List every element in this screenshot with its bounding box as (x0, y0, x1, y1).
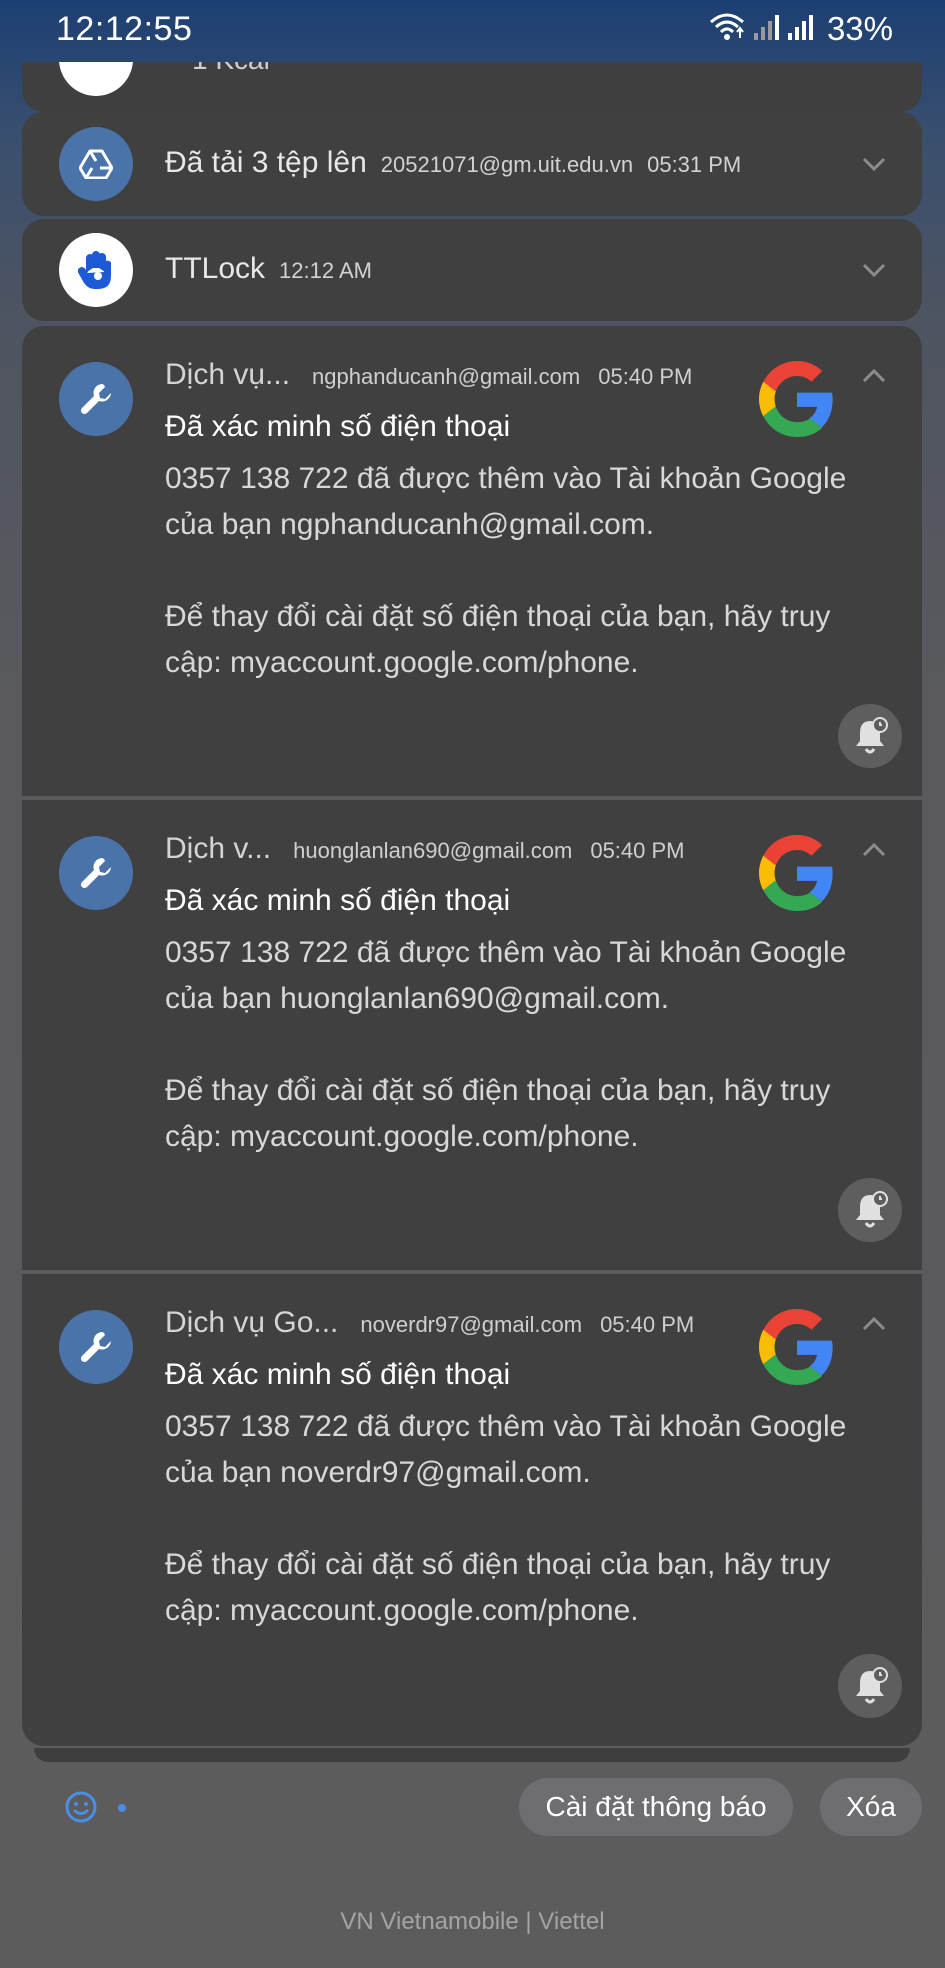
google-logo-icon (759, 361, 833, 437)
notification-body: 0357 138 722 đã được thêm vào Tài khoản … (165, 456, 890, 686)
ttlock-notification[interactable]: TTLock 12:12 AM (22, 219, 922, 321)
ttlock-title: TTLock (165, 252, 266, 285)
body-line: 0357 138 722 đã được thêm vào Tài khoản … (165, 1410, 847, 1443)
account-email: ngphanducanh@gmail.com (312, 364, 581, 389)
body-line: của bạn huonglanlan690@gmail.com. (165, 982, 670, 1015)
account-email: huonglanlan690@gmail.com (293, 838, 573, 863)
body-line: 0357 138 722 đã được thêm vào Tài khoản … (165, 936, 847, 969)
body-line: cập: myaccount.google.com/phone. (165, 646, 639, 679)
body-line: cập: myaccount.google.com/phone. (165, 1594, 639, 1627)
notification-time: 05:40 PM (590, 838, 685, 863)
drive-row-text: Đã tải 3 tệp lên 20521071@gm.uit.edu.vn 05… (165, 146, 741, 180)
body-line: cập: myaccount.google.com/phone. (165, 1120, 639, 1153)
ttlock-row-text: TTLock 12:12 AM (165, 252, 372, 286)
chevron-down-icon[interactable] (860, 256, 888, 284)
carrier-label: VN Vietnamobile | Viettel (340, 1908, 605, 1935)
notification-settings-button[interactable]: Cài đặt thông báo (519, 1778, 793, 1836)
status-icons: 33% (709, 10, 893, 48)
notification-header: Dịch v... huonglanlan690@gmail.com 05:40 P… (165, 832, 685, 866)
app-icon-partial (59, 62, 133, 96)
notification-body: 0357 138 722 đã được thêm vào Tài khoản … (165, 1404, 890, 1634)
partial-notification[interactable]: 1 Kcal (22, 62, 922, 112)
drive-title: Đã tải 3 tệp lên (165, 146, 367, 179)
chevron-up-icon[interactable] (860, 362, 888, 390)
wrench-icon (59, 836, 133, 910)
google-notification[interactable]: Dịch v... huonglanlan690@gmail.com 05:40 P… (22, 800, 922, 1270)
snooze-bell-icon[interactable] (838, 1178, 902, 1242)
signal-icon (787, 13, 813, 46)
drive-time: 05:31 PM (647, 152, 742, 177)
body-line: của bạn noverdr97@gmail.com. (165, 1456, 591, 1489)
notification-title: Đã xác minh số điện thoại (165, 410, 511, 443)
snooze-bell-icon[interactable] (838, 704, 902, 768)
google-notification[interactable]: Dịch vụ... ngphanducanh@gmail.com 05:40 PM… (22, 326, 922, 796)
status-bar: 12:12:55 33% (0, 0, 945, 58)
body-line: 0357 138 722 đã được thêm vào Tài khoản … (165, 462, 847, 495)
status-time: 12:12:55 (56, 10, 193, 48)
notification-header: Dịch vụ Go... noverdr97@gmail.com 05:40 PM (165, 1306, 694, 1340)
wifi-icon (709, 12, 745, 47)
chevron-up-icon[interactable] (860, 1310, 888, 1338)
partial-text: 1 Kcal (192, 62, 270, 76)
account-email: noverdr97@gmail.com (360, 1312, 583, 1337)
notification-title: Đã xác minh số điện thoại (165, 1358, 511, 1391)
notification-header: Dịch vụ... ngphanducanh@gmail.com 05:40 PM (165, 358, 692, 392)
signal-icon (753, 13, 779, 46)
notification-actions-bar: Cài đặt thông báo Xóa (0, 1776, 945, 1846)
smiley-icon[interactable] (64, 1790, 98, 1829)
body-line: Để thay đổi cài đặt số điện thoại của bạ… (165, 1548, 831, 1581)
notification-body: 0357 138 722 đã được thêm vào Tài khoản … (165, 930, 890, 1160)
notification-title: Đã xác minh số điện thoại (165, 884, 511, 917)
body-line: Để thay đổi cài đặt số điện thoại của bạ… (165, 1074, 831, 1107)
notification-time: 05:40 PM (600, 1312, 695, 1337)
battery-level: 33% (826, 10, 893, 47)
google-notification[interactable]: Dịch vụ Go... noverdr97@gmail.com 05:40 PM… (22, 1274, 922, 1746)
notification-time: 05:40 PM (598, 364, 693, 389)
stack-edge (34, 1748, 910, 1762)
page-dot (118, 1804, 126, 1812)
wrench-icon (59, 1310, 133, 1384)
drive-account: 20521071@gm.uit.edu.vn (380, 152, 634, 177)
google-drive-icon (59, 127, 133, 201)
body-line: Để thay đổi cài đặt số điện thoại của bạ… (165, 600, 831, 633)
google-logo-icon (759, 835, 833, 911)
app-name: Dịch vụ... (165, 358, 291, 391)
chevron-down-icon[interactable] (860, 150, 888, 178)
drive-notification[interactable]: Đã tải 3 tệp lên 20521071@gm.uit.edu.vn 05… (22, 112, 922, 216)
clear-button[interactable]: Xóa (820, 1778, 922, 1836)
app-name: Dịch v... (165, 832, 272, 865)
app-name: Dịch vụ Go... (165, 1306, 339, 1339)
ttlock-time: 12:12 AM (279, 258, 372, 283)
snooze-bell-icon[interactable] (838, 1654, 902, 1718)
hand-icon (59, 233, 133, 307)
google-logo-icon (759, 1309, 833, 1385)
chevron-up-icon[interactable] (860, 836, 888, 864)
wrench-icon (59, 362, 133, 436)
body-line: của bạn ngphanducanh@gmail.com. (165, 508, 655, 541)
